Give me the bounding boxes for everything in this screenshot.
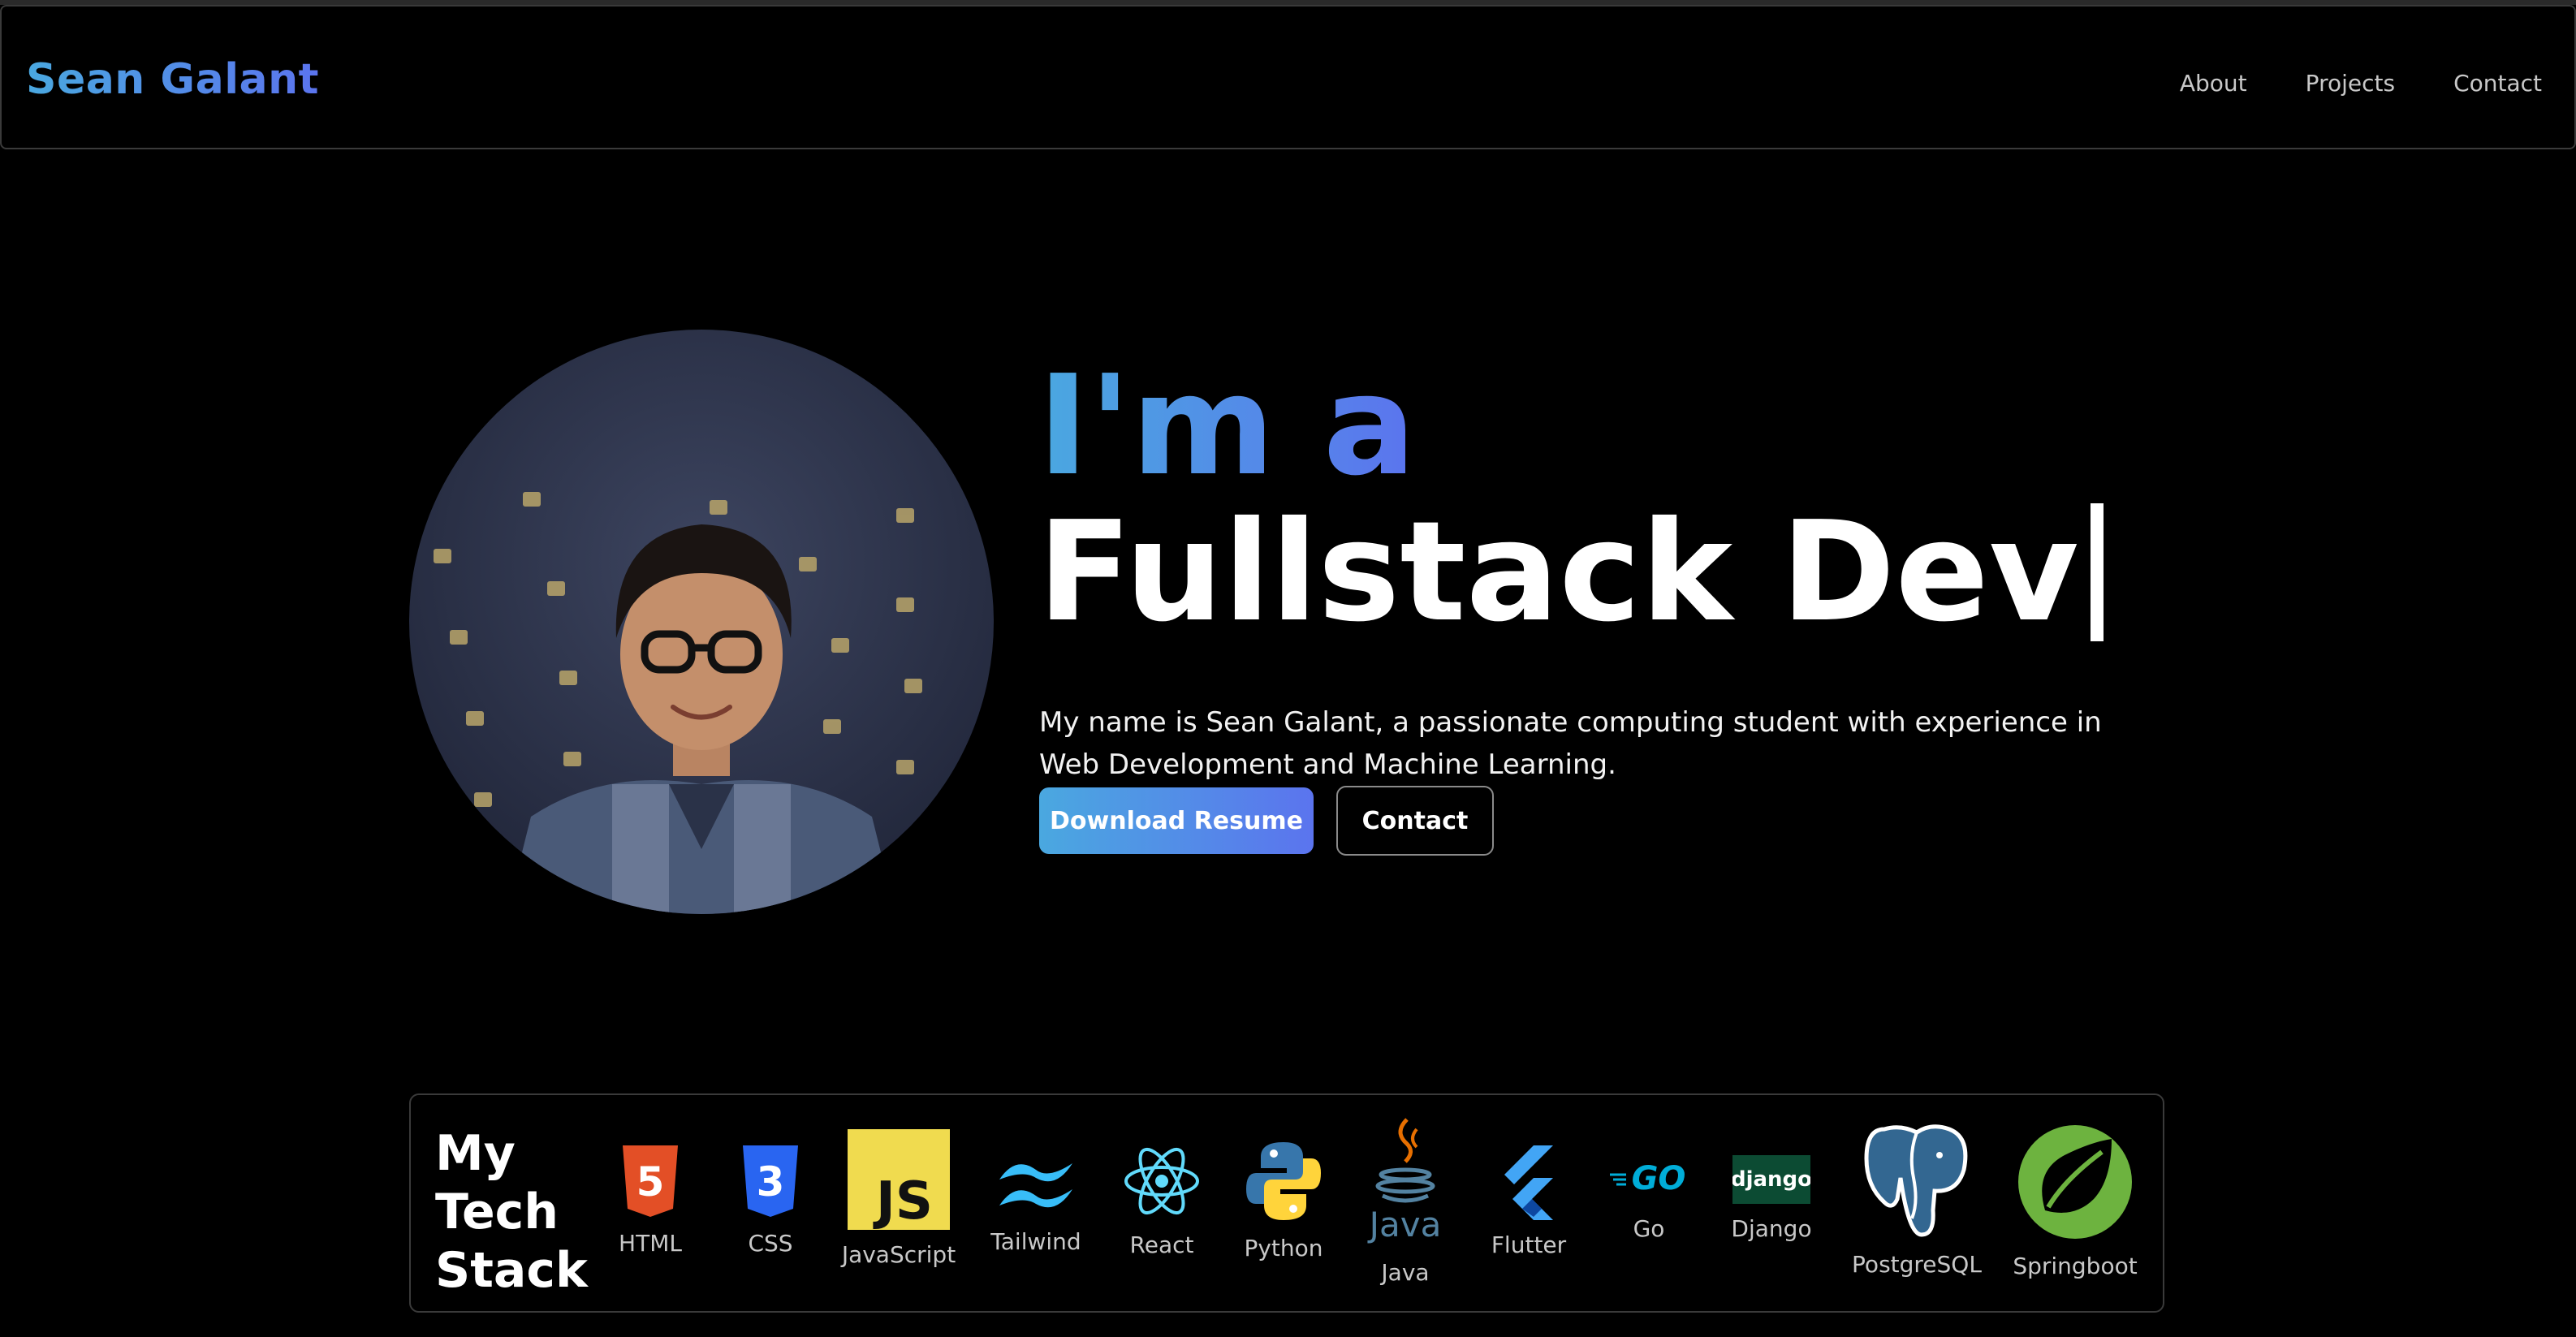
css3-icon: 3 <box>743 1145 798 1217</box>
hero-description: My name is Sean Galant, a passionate com… <box>1039 706 2102 781</box>
svg-text:5: 5 <box>636 1158 665 1205</box>
go-icon: GO <box>1610 1160 1686 1197</box>
tech-item-tailwind: Tailwind <box>987 1152 1085 1255</box>
tech-item-springboot: Springboot <box>2002 1123 2148 1279</box>
java-icon: Java <box>1367 1118 1442 1244</box>
tech-item-html: 5 HTML <box>614 1144 687 1257</box>
download-resume-button[interactable]: Download Resume <box>1039 787 1314 854</box>
tech-stack-title: My Tech Stack <box>435 1125 588 1299</box>
nav-links: About Projects Contact <box>2180 70 2542 97</box>
tech-item-javascript: JS JavaScript <box>838 1129 960 1268</box>
navbar: Sean Galant About Projects Contact <box>0 5 2576 149</box>
hero-title-role-text: Fullstack Dev <box>1038 492 2079 653</box>
typing-caret <box>2090 503 2104 641</box>
svg-text:JS: JS <box>873 1171 933 1230</box>
tech-item-python: Python <box>1239 1139 1328 1262</box>
python-icon <box>1246 1142 1321 1220</box>
html5-icon: 5 <box>623 1145 678 1217</box>
tailwind-icon <box>999 1163 1072 1208</box>
tech-item-django: django Django <box>1715 1155 1828 1242</box>
brand-logo[interactable]: Sean Galant <box>26 55 319 104</box>
nav-link-contact[interactable]: Contact <box>2453 70 2542 97</box>
tech-item-go: GO Go <box>1604 1152 1694 1242</box>
tech-item-css: 3 CSS <box>734 1144 807 1257</box>
springboot-icon <box>2018 1125 2132 1239</box>
hero-title-role: Fullstack Dev <box>1038 503 2104 641</box>
svg-text:3: 3 <box>757 1158 785 1205</box>
postgresql-icon <box>1864 1124 1968 1237</box>
tech-stack-panel: My Tech Stack 5 HTML 3 CSS JS JavaScript… <box>409 1093 2164 1313</box>
profile-photo <box>409 330 994 914</box>
svg-text:django: django <box>1732 1167 1810 1192</box>
react-icon <box>1124 1147 1199 1215</box>
contact-button[interactable]: Contact <box>1336 786 1494 856</box>
tech-item-react: React <box>1117 1142 1206 1258</box>
javascript-icon: JS <box>848 1129 950 1230</box>
nav-link-about[interactable]: About <box>2180 70 2247 97</box>
svg-text:GO: GO <box>1632 1160 1686 1197</box>
django-icon: django <box>1732 1155 1810 1204</box>
tech-item-flutter: Flutter <box>1484 1142 1573 1258</box>
flutter-icon <box>1504 1145 1553 1220</box>
tech-item-java: Java Java <box>1361 1115 1450 1286</box>
tech-item-postgresql: PostgreSQL <box>1848 1121 1986 1278</box>
hero-title-intro: I'm a <box>1038 346 1417 507</box>
svg-text:Java: Java <box>1367 1205 1442 1244</box>
nav-link-projects[interactable]: Projects <box>2306 70 2395 97</box>
